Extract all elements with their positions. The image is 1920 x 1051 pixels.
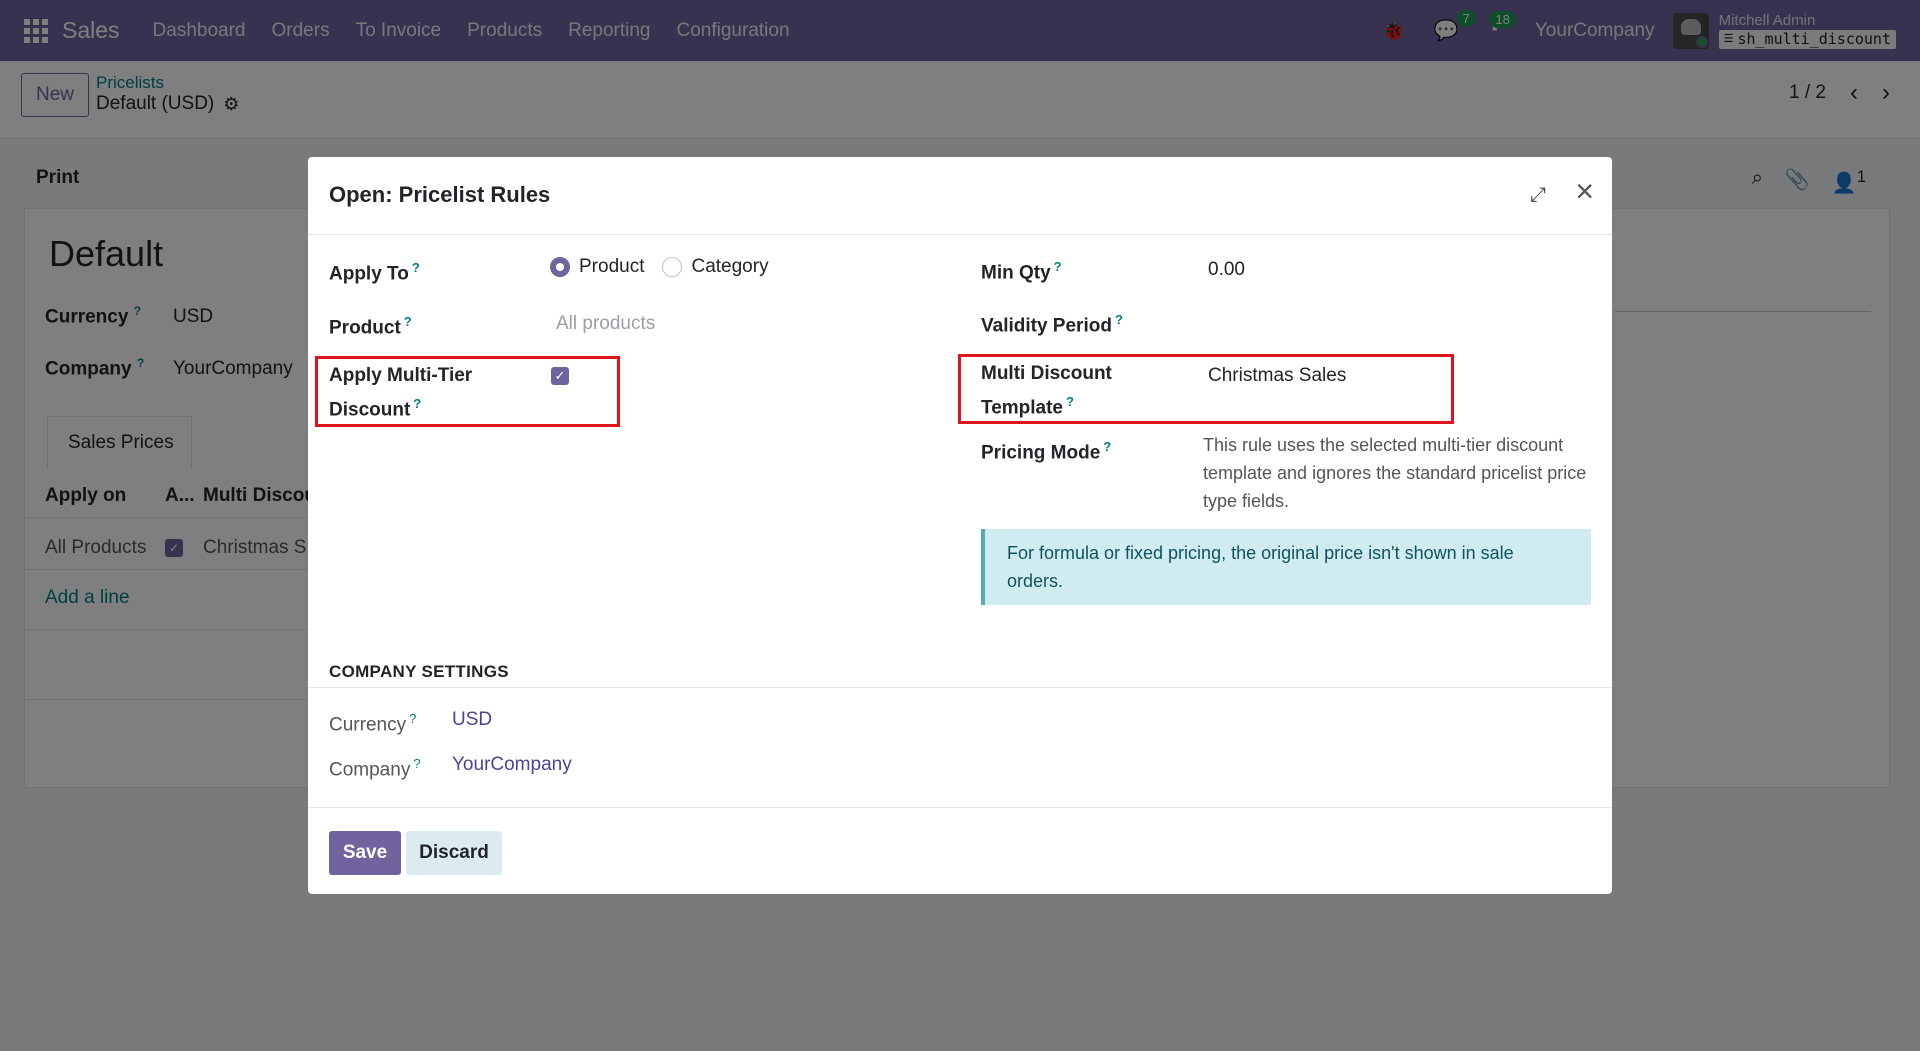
company-settings-title: COMPANY SETTINGS	[329, 662, 509, 681]
pricing-mode-text: This rule uses the selected multi-tier d…	[1203, 435, 1587, 511]
validity-period-label: Validity Period?	[981, 312, 1123, 337]
min-qty-input[interactable]: 0.00	[1208, 256, 1245, 284]
apply-to-label: Apply To?	[329, 260, 420, 285]
multi-tier-label: Apply Multi-Tier Discount?	[329, 365, 473, 421]
radio-product[interactable]	[550, 257, 570, 277]
save-button[interactable]: Save	[329, 831, 401, 875]
apply-to-radio-group: Product Category	[550, 256, 787, 278]
modal-title: Open: Pricelist Rules	[329, 182, 551, 207]
modal-company-link[interactable]: YourCompany	[452, 751, 572, 779]
product-input[interactable]: All products	[556, 310, 655, 338]
multi-tier-checkbox[interactable]: ✓	[551, 367, 569, 385]
footer-divider	[308, 807, 1612, 808]
close-icon[interactable]: ×	[1575, 175, 1594, 207]
radio-product-label[interactable]: Product	[579, 256, 644, 278]
discard-button[interactable]: Discard	[406, 831, 502, 875]
pricelist-rule-dialog: Open: Pricelist Rules ⤢ × Apply To? Prod…	[308, 157, 1612, 894]
radio-category[interactable]	[662, 257, 683, 277]
modal-company-label: Company?	[329, 756, 421, 781]
pricing-mode-label: Pricing Mode?	[981, 439, 1112, 464]
template-label: Multi Discount Template?	[981, 363, 1112, 419]
modal-header: Open: Pricelist Rules ⤢ ×	[308, 157, 1612, 235]
expand-icon[interactable]: ⤢	[1530, 184, 1546, 207]
modal-currency-label: Currency?	[329, 711, 417, 736]
template-input[interactable]: Christmas Sales	[1208, 362, 1346, 390]
info-alert: For formula or fixed pricing, the origin…	[981, 529, 1591, 605]
section-divider	[308, 687, 1612, 688]
product-label: Product?	[329, 314, 412, 339]
min-qty-label: Min Qty?	[981, 259, 1062, 284]
radio-category-label[interactable]: Category	[691, 256, 768, 278]
modal-currency-link[interactable]: USD	[452, 706, 492, 734]
